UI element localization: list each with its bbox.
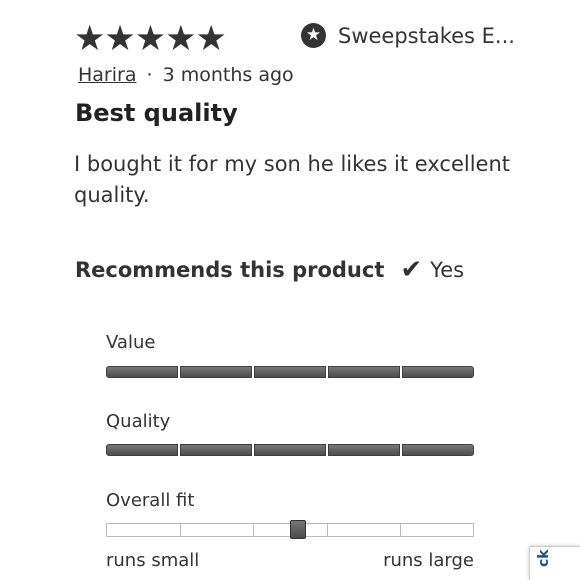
author-link[interactable]: Harira: [78, 64, 136, 86]
rating-segment: [328, 444, 400, 456]
badge-text: Sweepstakes E...: [338, 23, 515, 48]
checkmark-icon: ✔: [400, 255, 423, 285]
fit-scale-marker: [290, 520, 306, 539]
fit-rating-label: Overall fit: [106, 490, 195, 511]
rating-segment: [402, 444, 474, 456]
rating-segment: [106, 444, 178, 456]
star-rating: ★★★★★: [74, 19, 227, 59]
fit-scale-tick: [326, 524, 328, 536]
meta-separator: ·: [146, 64, 153, 86]
rating-segment: [254, 366, 326, 378]
review-title: Best quality: [75, 99, 238, 127]
recommend-value: Yes: [430, 258, 465, 282]
quality-rating-bar: [106, 444, 474, 456]
fit-max-label: runs large: [383, 550, 474, 571]
fit-scale-tick: [400, 524, 402, 536]
sweepstakes-badge: ★ Sweepstakes E...: [301, 23, 515, 48]
rating-segment: [106, 366, 178, 378]
value-rating-label: Value: [106, 332, 156, 353]
rating-segment: [180, 444, 252, 456]
review-card: ★★★★★ ★ Sweepstakes E... Harira · 3 mont…: [0, 0, 580, 580]
fit-scale-tick: [253, 524, 255, 536]
recommend-row: Recommends this product ✔ Yes: [75, 257, 464, 283]
rating-segment: [328, 366, 400, 378]
rating-segment: [180, 366, 252, 378]
review-body: I bought it for my son he likes it excel…: [74, 152, 511, 207]
feedback-label: ck: [536, 549, 552, 567]
star-circle-icon: ★: [301, 23, 326, 48]
fit-scale-tick: [179, 524, 181, 536]
rating-segment: [402, 366, 474, 378]
recommend-label: Recommends this product: [75, 258, 385, 282]
fit-min-label: runs small: [106, 550, 200, 571]
review-meta: Harira · 3 months ago: [78, 64, 294, 86]
feedback-tab[interactable]: ck: [529, 546, 580, 580]
rating-segment: [254, 444, 326, 456]
value-rating-bar: [106, 366, 474, 378]
review-time: 3 months ago: [162, 64, 294, 86]
quality-rating-label: Quality: [106, 411, 171, 432]
